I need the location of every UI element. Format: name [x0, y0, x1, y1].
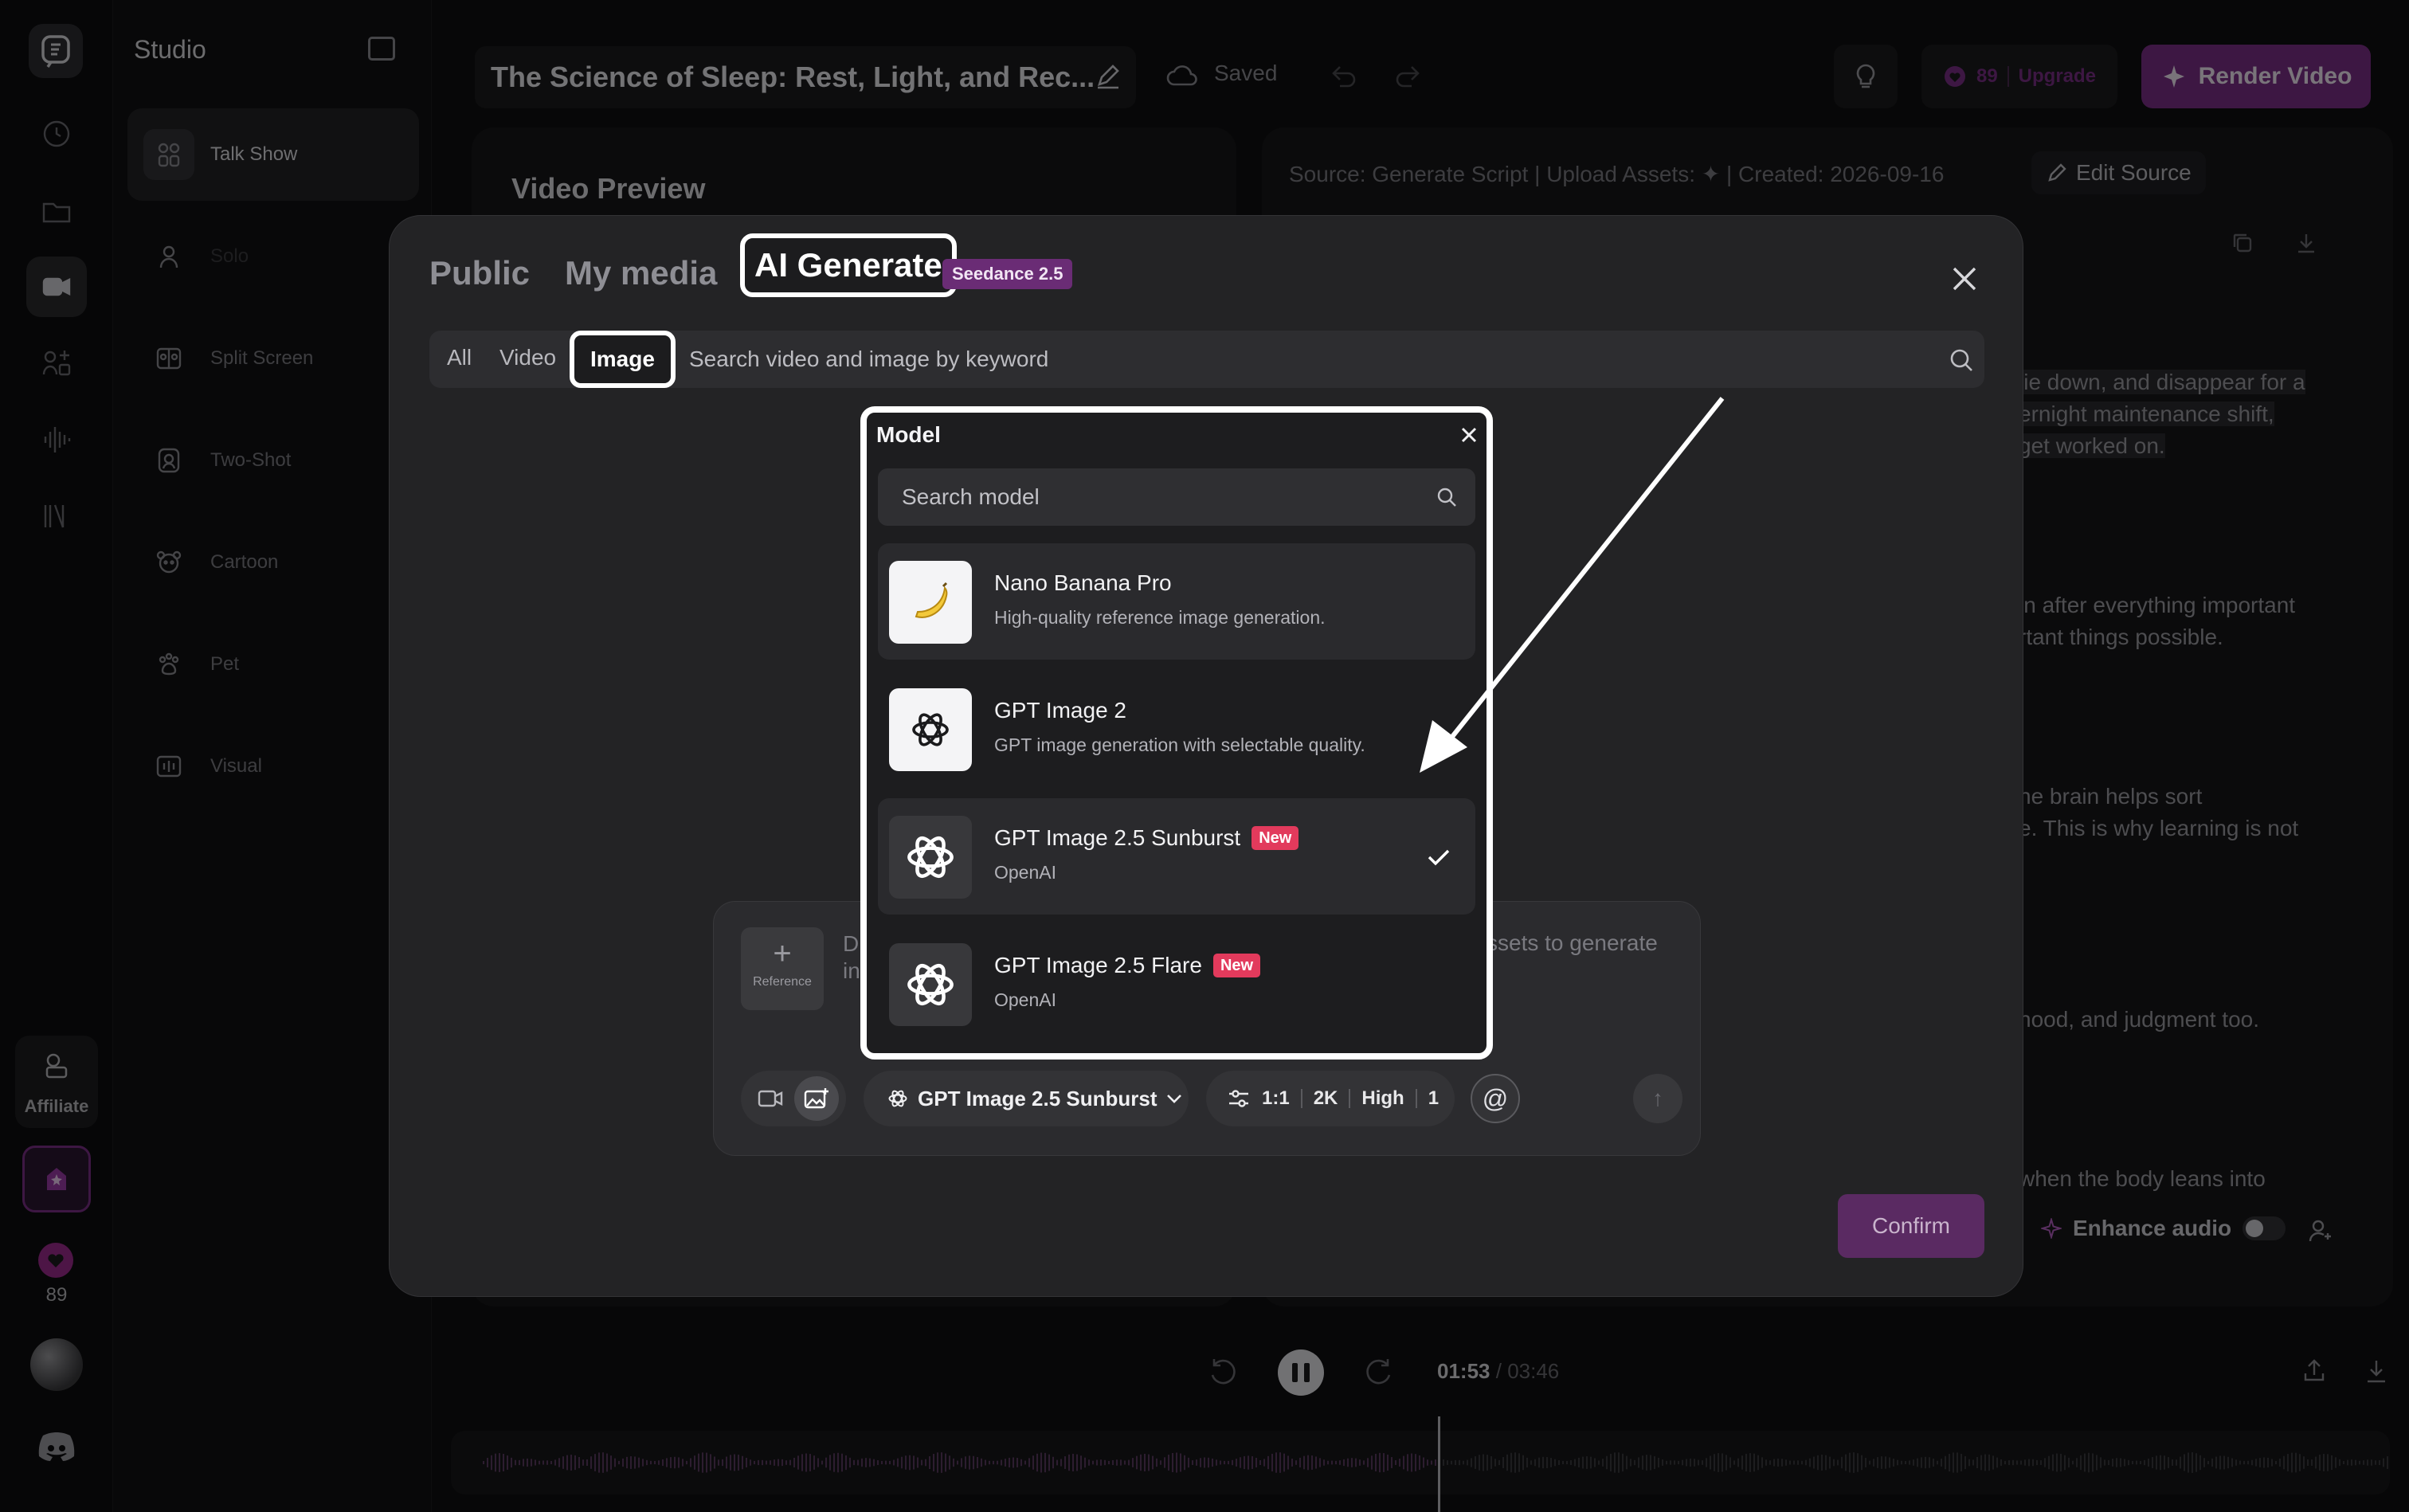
- prompt-input[interactable]: Din: [843, 930, 860, 985]
- model-selector[interactable]: GPT Image 2.5 Sunburst: [864, 1071, 1189, 1126]
- filter-image[interactable]: Image: [570, 331, 676, 388]
- selected-model-label: GPT Image 2.5 Sunburst: [918, 1086, 1157, 1110]
- openai-icon: [888, 1090, 907, 1107]
- model-desc: GPT image generation with selectable qua…: [994, 734, 1365, 755]
- media-search-bar: All Video Image Search video and image b…: [429, 331, 1984, 388]
- media-search-input[interactable]: Search video and image by keyword: [689, 347, 1048, 372]
- chevron-down-icon: [1166, 1095, 1181, 1103]
- openai-icon: [889, 943, 972, 1026]
- quality-value: High: [1361, 1087, 1404, 1109]
- model-desc: High-quality reference image generation.: [994, 607, 1326, 628]
- resolution-value: 2K: [1313, 1087, 1338, 1109]
- openai-icon: [889, 688, 972, 771]
- confirm-button[interactable]: Confirm: [1838, 1194, 1984, 1258]
- model-option-gpt-image-2-5-sunburst[interactable]: GPT Image 2.5 Sunburst New OpenAI: [878, 798, 1475, 915]
- tab-my-media[interactable]: My media: [565, 254, 717, 292]
- model-dropdown-title: Model: [876, 422, 941, 447]
- sliders-icon: [1229, 1090, 1248, 1107]
- model-name: Nano Banana Pro: [994, 570, 1172, 595]
- banana-icon: [889, 561, 972, 644]
- model-option-gpt-image-2[interactable]: GPT Image 2 GPT image generation with se…: [878, 671, 1475, 787]
- new-badge: New: [1252, 826, 1299, 850]
- openai-icon: [889, 816, 972, 899]
- reference-label: Reference: [753, 975, 812, 989]
- arrow-up-icon: ↑: [1652, 1086, 1663, 1110]
- new-badge: New: [1212, 954, 1261, 977]
- model-desc: OpenAI: [994, 989, 1056, 1010]
- tab-ai-generate[interactable]: AI Generate: [740, 233, 957, 297]
- close-icon[interactable]: [1458, 424, 1480, 446]
- search-icon[interactable]: [1948, 347, 1975, 374]
- video-mode-icon[interactable]: [748, 1076, 793, 1121]
- image-mode-icon[interactable]: [794, 1076, 839, 1121]
- mention-button[interactable]: @: [1471, 1074, 1520, 1123]
- model-dropdown: Model Search model Nano Banana Pro High-…: [860, 406, 1493, 1060]
- media-type-toggle[interactable]: [741, 1071, 846, 1126]
- search-icon: [1437, 488, 1456, 507]
- model-option-gpt-image-2-5-flare[interactable]: GPT Image 2.5 Flare New OpenAI: [878, 926, 1475, 1042]
- prompt-placeholder: ssets to generate: [1487, 930, 1658, 955]
- count-value: 1: [1428, 1087, 1440, 1109]
- filter-video[interactable]: Video: [499, 345, 556, 370]
- close-icon[interactable]: [1945, 259, 1984, 299]
- tab-public[interactable]: Public: [429, 254, 530, 292]
- generation-params-button[interactable]: 1:1 2K High 1: [1206, 1071, 1455, 1126]
- model-name: GPT Image 2.5 Flare New: [994, 953, 1261, 978]
- model-option-nano-banana-pro[interactable]: Nano Banana Pro High-quality reference i…: [878, 543, 1475, 660]
- model-search-input[interactable]: Search model: [878, 468, 1475, 526]
- model-name: GPT Image 2.5 Sunburst New: [994, 825, 1299, 851]
- plus-icon: +: [773, 936, 792, 971]
- at-icon: @: [1482, 1083, 1509, 1113]
- model-search-placeholder: Search model: [902, 484, 1040, 509]
- send-button[interactable]: ↑: [1633, 1074, 1682, 1123]
- seedance-badge: Seedance 2.5: [942, 259, 1073, 289]
- model-name: GPT Image 2: [994, 698, 1127, 723]
- aspect-ratio-value: 1:1: [1262, 1087, 1290, 1109]
- add-reference-button[interactable]: + Reference: [741, 927, 824, 1010]
- model-desc: OpenAI: [994, 862, 1056, 883]
- checkmark-icon: [1428, 849, 1450, 866]
- filter-all[interactable]: All: [447, 345, 472, 370]
